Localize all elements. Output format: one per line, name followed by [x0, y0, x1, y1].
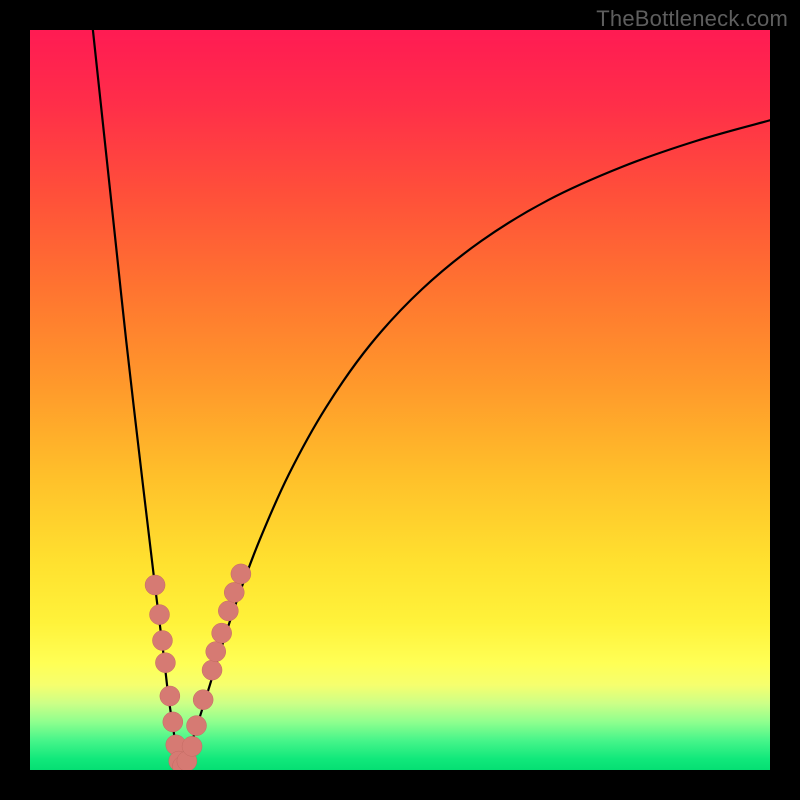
data-marker	[231, 564, 251, 584]
data-marker	[163, 712, 183, 732]
data-marker	[145, 575, 165, 595]
data-marker	[193, 690, 213, 710]
watermark-text: TheBottleneck.com	[596, 6, 788, 32]
plot-area	[30, 30, 770, 770]
data-marker	[212, 623, 232, 643]
data-marker	[155, 653, 175, 673]
data-marker	[187, 716, 207, 736]
data-marker	[160, 686, 180, 706]
data-marker	[202, 660, 222, 680]
bottleneck-curve	[93, 30, 770, 768]
outer-frame: TheBottleneck.com	[0, 0, 800, 800]
data-marker	[150, 605, 170, 625]
data-marker	[206, 642, 226, 662]
data-marker	[182, 736, 202, 756]
curve-layer	[30, 30, 770, 770]
data-marker	[218, 601, 238, 621]
data-marker	[152, 631, 172, 651]
data-marker	[224, 582, 244, 602]
